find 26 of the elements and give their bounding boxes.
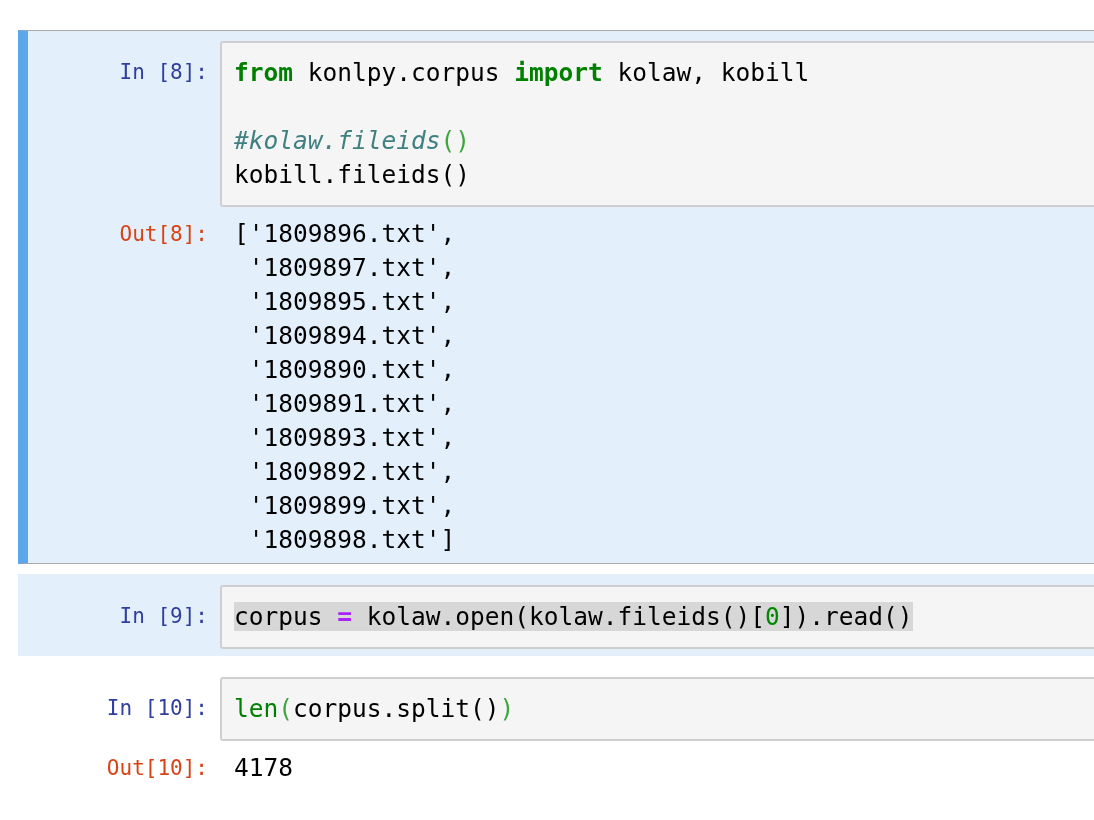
input-prompt: In [10]: <box>105 695 209 722</box>
output-line: '1809895.txt', <box>247 286 456 318</box>
input-prompt: In [8]: <box>118 59 209 86</box>
code-line: #kolaw.fileids() <box>234 126 471 155</box>
output-line: '1809892.txt', <box>247 456 456 488</box>
code-line: from konlpy.corpus import kolaw, kobill <box>234 58 810 87</box>
output-line: 4178 <box>234 752 293 784</box>
output-line: '1809893.txt', <box>247 422 456 454</box>
code-editor[interactable]: corpus = kolaw.open(kolaw.fileids()[0]).read() <box>220 585 1094 649</box>
output-line: ['1809896.txt', <box>234 218 456 250</box>
output-line: '1809894.txt', <box>247 320 456 352</box>
output-line: '1809897.txt', <box>247 252 456 284</box>
input-prompt: In [9]: <box>118 603 209 630</box>
output-prompt: Out[8]: <box>118 221 209 248</box>
code-line: kobill.fileids() <box>234 160 470 189</box>
output-line: '1809890.txt', <box>247 354 456 386</box>
code-line: len(corpus.split()) <box>234 694 515 723</box>
output-prompt: Out[10]: <box>105 755 209 782</box>
output-line: '1809891.txt', <box>247 388 456 420</box>
code-editor[interactable]: from konlpy.corpus import kolaw, kobill #kolaw.fileids() kobill.fileids() <box>220 41 1094 207</box>
output-line: '1809899.txt', <box>247 490 456 522</box>
code-editor[interactable]: len(corpus.split()) <box>220 677 1094 741</box>
output-line: '1809898.txt'] <box>247 524 456 556</box>
notebook-cell[interactable]: In [9]: corpus = kolaw.open(kolaw.fileids()[0]).read() <box>18 574 1094 656</box>
notebook-cell[interactable]: In [10]: len(corpus.split()) Out[10]: 4178 <box>18 666 1094 792</box>
notebook-cell[interactable] <box>18 30 1094 564</box>
